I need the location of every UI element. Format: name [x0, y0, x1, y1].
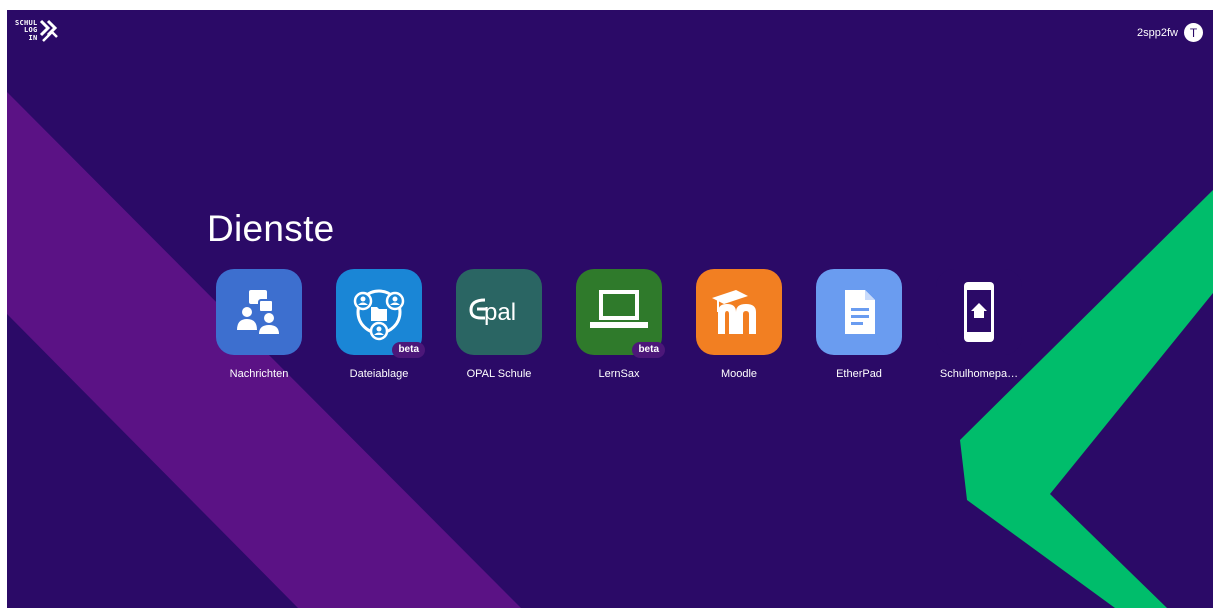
service-tile-nachrichten[interactable]: Nachrichten	[199, 269, 319, 380]
service-icon-box[interactable]	[936, 269, 1022, 355]
opal-logo-text: pal	[484, 299, 516, 326]
service-tile-etherpad[interactable]: EtherPad	[799, 269, 919, 380]
service-tile-schulhomepage[interactable]: Schulhomepa…	[919, 269, 1039, 380]
service-icon-box[interactable]	[216, 269, 302, 355]
green-chevron	[960, 190, 1213, 608]
document-icon	[845, 290, 875, 334]
moodle-logo-icon	[712, 290, 756, 334]
service-label: EtherPad	[836, 368, 882, 380]
service-tile-moodle[interactable]: Moodle	[679, 269, 799, 380]
service-label: Dateiablage	[349, 368, 409, 380]
service-icon-box[interactable]: pal	[456, 269, 542, 355]
service-tile-opal-schule[interactable]: pal OPAL Schule	[439, 269, 559, 380]
service-label: OPAL Schule	[466, 368, 532, 380]
service-icon-box[interactable]: beta	[336, 269, 425, 358]
service-icon-box[interactable]: beta	[576, 269, 665, 358]
services-grid: Nachrichten beta Dateiablage pal OPAL Sc…	[199, 269, 1039, 380]
chat-people-icon	[237, 290, 279, 334]
avatar[interactable]: T	[1184, 23, 1203, 42]
opal-logo-icon: pal	[469, 298, 516, 326]
service-tile-dateiablage[interactable]: beta Dateiablage	[319, 269, 439, 380]
service-icon-box[interactable]	[696, 269, 782, 355]
username: 2spp2fw	[1137, 26, 1178, 39]
service-label: Nachrichten	[229, 368, 289, 380]
logo-mark-icon	[39, 19, 58, 42]
schullogin-logo[interactable]: SCHUL LOG IN	[15, 19, 59, 43]
main-page: SCHUL LOG IN 2spp2fw T Dienste Nachricht…	[7, 10, 1213, 608]
shared-folder-icon	[353, 289, 405, 341]
page-title: Dienste	[207, 208, 335, 249]
service-tile-lernsax[interactable]: beta LernSax	[559, 269, 679, 380]
user-menu[interactable]: 2spp2fw T	[1137, 23, 1203, 42]
service-label: LernSax	[598, 368, 640, 380]
laptop-icon	[590, 290, 648, 328]
beta-badge: beta	[392, 342, 425, 358]
logo-text: SCHUL LOG IN	[15, 18, 38, 42]
service-icon-box[interactable]	[816, 269, 902, 355]
service-label: Schulhomepa…	[939, 368, 1019, 380]
mobile-home-icon	[964, 282, 994, 342]
service-label: Moodle	[720, 368, 758, 380]
beta-badge: beta	[632, 342, 665, 358]
